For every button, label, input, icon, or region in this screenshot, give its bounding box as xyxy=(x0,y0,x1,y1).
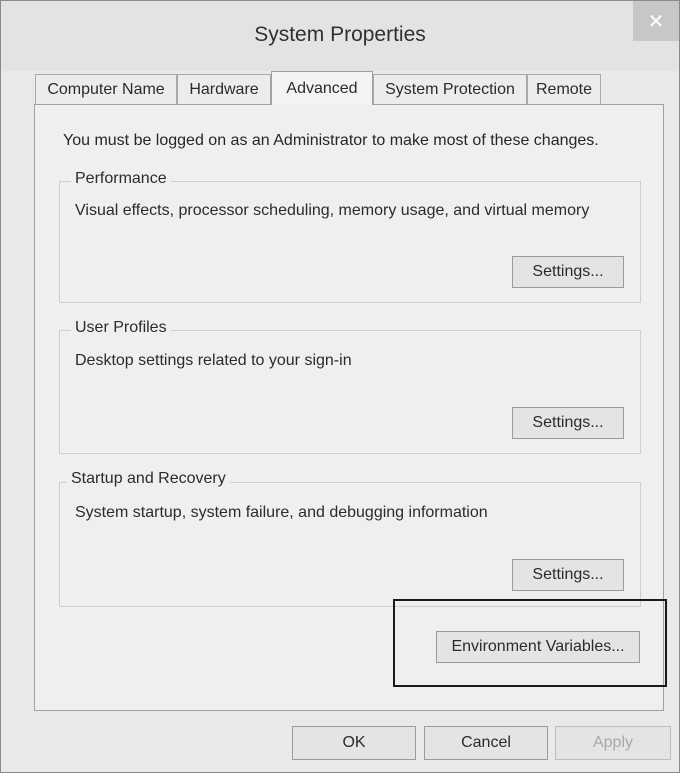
close-icon: ✕ xyxy=(647,10,665,33)
performance-group-title: Performance xyxy=(71,170,171,188)
performance-settings-button[interactable]: Settings... xyxy=(512,256,624,288)
admin-notice: You must be logged on as an Administrato… xyxy=(63,132,599,149)
startup-recovery-group-title: Startup and Recovery xyxy=(67,470,230,488)
cancel-button[interactable]: Cancel xyxy=(424,726,548,760)
tab-remote[interactable]: Remote xyxy=(527,74,601,104)
ok-button[interactable]: OK xyxy=(292,726,416,760)
user-profiles-group-title: User Profiles xyxy=(71,319,171,337)
window-title: System Properties xyxy=(254,23,426,46)
tab-computer-name[interactable]: Computer Name xyxy=(35,74,177,104)
tab-system-protection[interactable]: System Protection xyxy=(373,74,527,104)
tab-hardware[interactable]: Hardware xyxy=(177,74,271,104)
startup-recovery-settings-button[interactable]: Settings... xyxy=(512,559,624,591)
apply-button[interactable]: Apply xyxy=(555,726,671,760)
user-profiles-description: Desktop settings related to your sign-in xyxy=(75,352,352,369)
startup-recovery-description: System startup, system failure, and debu… xyxy=(75,504,488,521)
performance-description: Visual effects, processor scheduling, me… xyxy=(75,202,590,219)
close-button[interactable]: ✕ xyxy=(633,1,679,41)
user-profiles-settings-button[interactable]: Settings... xyxy=(512,407,624,439)
system-properties-dialog: System Properties ✕ Computer Name Hardwa… xyxy=(0,0,680,773)
environment-variables-button[interactable]: Environment Variables... xyxy=(436,631,640,663)
title-bar: System Properties ✕ xyxy=(1,1,679,71)
tab-advanced[interactable]: Advanced xyxy=(271,71,373,105)
